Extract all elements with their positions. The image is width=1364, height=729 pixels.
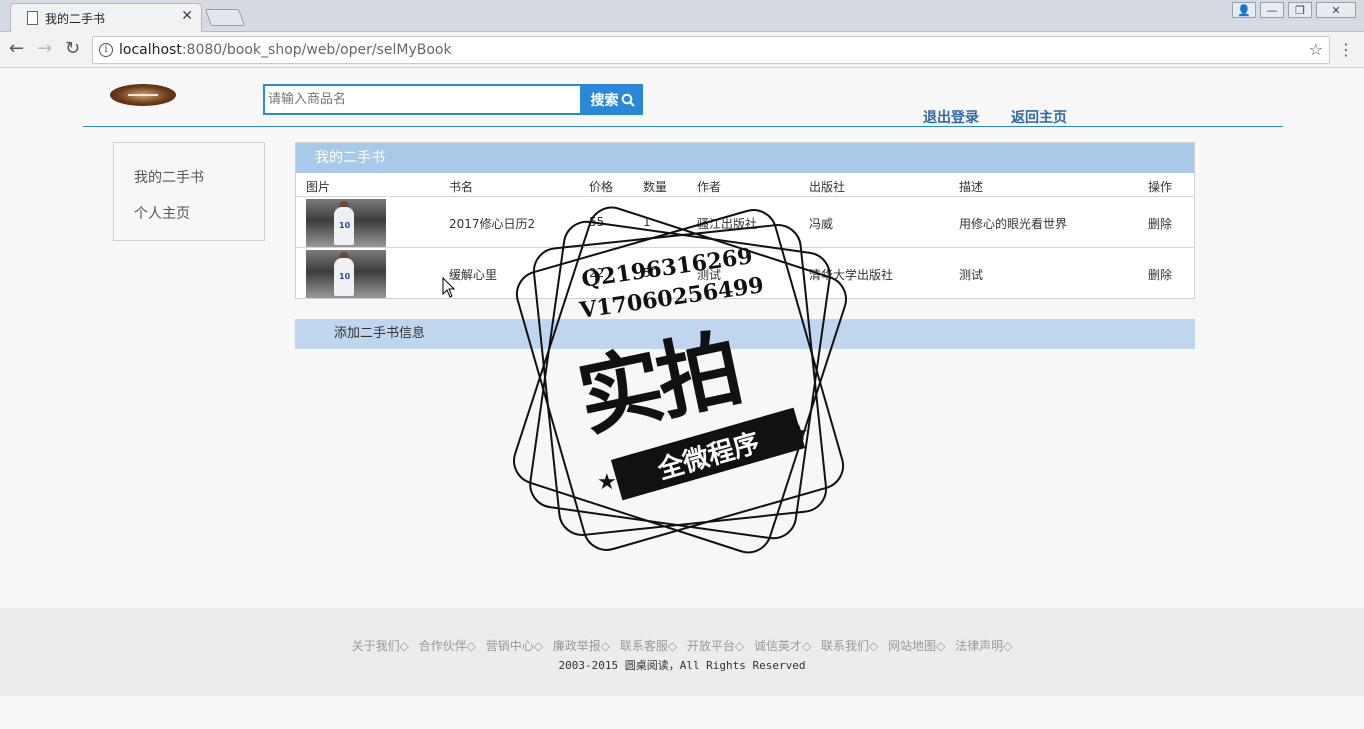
browser-tabstrip: 我的二手书 ✕ 👤 — ❐ ✕ <box>0 0 1364 32</box>
maximize-button[interactable]: ❐ <box>1288 2 1312 18</box>
thumbnail-jersey: 10 <box>339 272 351 281</box>
col-author: 作者 <box>697 180 722 194</box>
book-thumbnail[interactable]: 10 <box>306 250 386 298</box>
footer-link-report[interactable]: 廉政举报◇ <box>553 639 610 653</box>
user-icon[interactable]: 👤 <box>1232 2 1256 18</box>
search-button[interactable]: 搜索 <box>582 84 643 115</box>
book-price: 55 <box>589 215 605 229</box>
footer-links: 关于我们◇ 合作伙伴◇ 营销中心◇ 廉政举报◇ 联系客服◇ 开放平台◇ 诚信英才… <box>0 637 1364 654</box>
col-image: 图片 <box>306 180 331 194</box>
footer-link-careers[interactable]: 诚信英才◇ <box>754 639 811 653</box>
col-qty: 数量 <box>643 180 668 194</box>
search-input[interactable] <box>263 84 582 115</box>
tab-title: 我的二手书 <box>45 12 106 26</box>
site-logo[interactable] <box>110 84 176 106</box>
book-qty: 1 <box>643 215 651 229</box>
header-divider <box>83 126 1283 127</box>
table-header: 图片 书名 价格 数量 作者 出版社 描述 操作 <box>296 173 1194 197</box>
footer-link-support[interactable]: 联系客服◇ <box>620 639 677 653</box>
star-icon: ★ <box>789 421 809 446</box>
footer-link-legal[interactable]: 法律声明◇ <box>955 639 1012 653</box>
url-text: localhost:8080/book_shop/web/oper/selMyB… <box>119 42 452 58</box>
delete-link[interactable]: 删除 <box>1148 215 1172 232</box>
book-publisher: 清华大学出版社 <box>809 268 894 282</box>
browser-tab[interactable]: 我的二手书 ✕ <box>10 3 202 32</box>
book-author: 测试 <box>697 268 722 282</box>
add-book-button[interactable]: 添加二手书信息 <box>295 319 1195 349</box>
close-window-button[interactable]: ✕ <box>1316 2 1356 18</box>
sidebar: 我的二手书 个人主页 <box>113 142 265 241</box>
url-path: :8080/book_shop/web/oper/selMyBook <box>181 42 452 58</box>
book-thumbnail[interactable]: 10 <box>306 199 386 247</box>
col-action: 操作 <box>1148 180 1173 194</box>
stamp-ribbon: 全微程序 <box>610 407 806 501</box>
book-title: 2017修心日历2 <box>449 217 536 231</box>
reload-icon[interactable]: ↻ <box>65 38 80 59</box>
minimize-button[interactable]: — <box>1260 2 1284 18</box>
footer-link-sitemap[interactable]: 网站地图◇ <box>888 639 945 653</box>
url-host: localhost <box>119 42 182 58</box>
star-icon: ★ <box>597 470 617 495</box>
col-desc: 描述 <box>959 180 984 194</box>
copyright: 2003-2015 圆桌阅读，All Rights Reserved <box>558 659 806 672</box>
book-desc: 用修心的眼光看世界 <box>959 217 1068 231</box>
footer-link-partners[interactable]: 合作伙伴◇ <box>419 639 476 653</box>
search-icon <box>621 93 635 107</box>
sidebar-item-my-books[interactable]: 我的二手书 <box>134 167 204 187</box>
window-controls: 👤 — ❐ ✕ <box>1232 2 1356 18</box>
col-publisher: 出版社 <box>809 180 846 194</box>
table-row: 10 2017修心日历2 55 1 骚江出版社 冯威 用修心的眼光看世界 删除 <box>296 197 1194 248</box>
new-tab-button[interactable] <box>204 9 246 26</box>
book-author: 骚江出版社 <box>697 217 758 231</box>
book-publisher: 冯威 <box>809 217 834 231</box>
book-title: 缓解心里 <box>449 268 498 282</box>
back-arrow-icon[interactable]: ← <box>9 38 24 59</box>
table-row: 10 缓解心里 22 50 测试 清华大学出版社 测试 删除 <box>296 248 1194 299</box>
search-button-label: 搜索 <box>590 92 619 109</box>
col-price: 价格 <box>589 180 614 194</box>
book-desc: 测试 <box>959 268 984 282</box>
address-bar[interactable]: i localhost:8080/book_shop/web/oper/selM… <box>92 36 1330 64</box>
my-books-panel: 我的二手书 图片 书名 价格 数量 作者 出版社 描述 操作 10 2017修心… <box>295 142 1195 299</box>
book-qty: 50 <box>643 266 659 280</box>
browser-menu-icon[interactable]: ⋮ <box>1338 40 1354 59</box>
thumbnail-jersey: 10 <box>339 221 351 230</box>
page-icon <box>27 11 38 25</box>
col-title: 书名 <box>449 180 474 194</box>
footer-link-platform[interactable]: 开放平台◇ <box>687 639 744 653</box>
forward-arrow-icon[interactable]: → <box>37 38 52 59</box>
home-link[interactable]: 返回主页 <box>1011 107 1067 127</box>
info-icon[interactable]: i <box>99 43 113 57</box>
panel-title: 我的二手书 <box>296 143 1194 173</box>
footer: 关于我们◇ 合作伙伴◇ 营销中心◇ 廉政举报◇ 联系客服◇ 开放平台◇ 诚信英才… <box>0 608 1364 696</box>
tab-close-icon[interactable]: ✕ <box>181 8 193 24</box>
logout-link[interactable]: 退出登录 <box>923 107 979 127</box>
browser-toolbar: ← → ↻ i localhost:8080/book_shop/web/ope… <box>0 32 1364 68</box>
footer-link-contact[interactable]: 联系我们◇ <box>821 639 878 653</box>
sidebar-item-profile[interactable]: 个人主页 <box>134 203 190 223</box>
footer-link-marketing[interactable]: 营销中心◇ <box>486 639 543 653</box>
stamp-ribbon-text: 全微程序 <box>654 427 763 486</box>
delete-link[interactable]: 删除 <box>1148 266 1172 283</box>
footer-link-about[interactable]: 关于我们◇ <box>352 639 409 653</box>
book-price: 22 <box>589 266 605 280</box>
mouse-cursor-icon <box>442 277 456 298</box>
bookmark-star-icon[interactable]: ☆ <box>1309 40 1323 59</box>
